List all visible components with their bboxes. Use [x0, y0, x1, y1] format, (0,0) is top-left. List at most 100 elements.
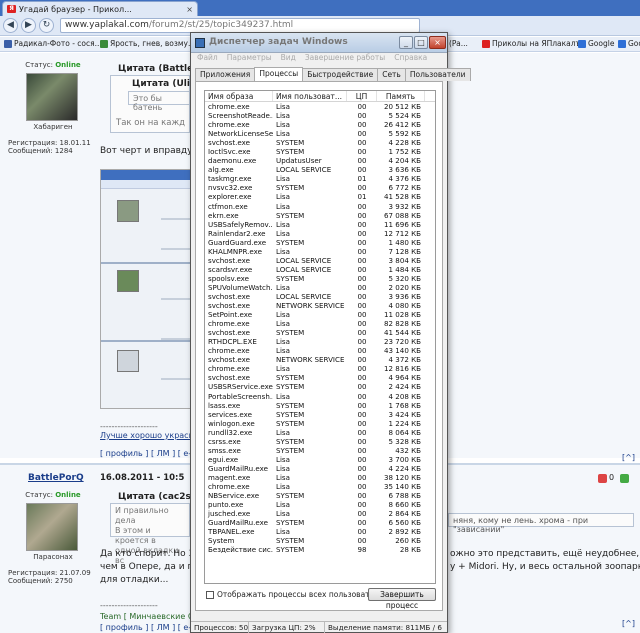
table-row[interactable]: jusched.exe Lisa 00 2 864 КБ	[205, 509, 435, 518]
menu-file[interactable]: Файл	[197, 53, 218, 65]
show-all-processes-checkbox[interactable]: Отображать процессы всех пользователей	[206, 590, 388, 599]
bookmark-item[interactable]: Радикал-Фото - сося...	[4, 39, 102, 48]
bookmark-item[interactable]: Google	[618, 39, 640, 48]
table-row[interactable]: alg.exe LOCAL SERVICE 00 3 636 КБ	[205, 165, 435, 174]
table-row[interactable]: IoctlSvc.exe SYSTEM 00 1 752 КБ	[205, 147, 435, 156]
browser-tab[interactable]: Я Угадай браузер - Прикол... ×	[2, 1, 198, 16]
avatar[interactable]	[26, 73, 78, 121]
reload-button[interactable]: ↻	[39, 18, 54, 33]
table-row[interactable]: services.exe SYSTEM 00 3 424 КБ	[205, 410, 435, 419]
table-row[interactable]: SetPoint.exe Lisa 00 11 028 КБ	[205, 310, 435, 319]
table-row[interactable]: svchost.exe LOCAL SERVICE 00 3 936 КБ	[205, 292, 435, 301]
bookmark-item[interactable]: (Pa...	[449, 39, 468, 48]
table-row[interactable]: ScreenshotReade... Lisa 00 5 524 КБ	[205, 111, 435, 120]
table-row[interactable]: RTHDCPL.EXE Lisa 00 23 720 КБ	[205, 337, 435, 346]
tab-processes[interactable]: Процессы	[254, 67, 304, 81]
scroll-top-icon[interactable]: [^]	[622, 453, 635, 462]
table-row[interactable]: chrome.exe Lisa 00 26 412 КБ	[205, 120, 435, 129]
table-row[interactable]: PortableScreensh... Lisa 00 4 208 КБ	[205, 392, 435, 401]
process-cpu: 00	[357, 255, 367, 265]
table-row[interactable]: svchost.exe SYSTEM 00 4 964 КБ	[205, 373, 435, 382]
address-bar[interactable]: www.yaplakal.com/forum2/st/25/topic34923…	[60, 18, 420, 33]
column-user-name[interactable]: Имя пользоват...	[273, 91, 347, 101]
menu-options[interactable]: Параметры	[227, 53, 272, 65]
minimize-button[interactable]: _	[399, 36, 413, 49]
column-cpu[interactable]: ЦП	[347, 91, 377, 101]
close-button[interactable]: ×	[429, 36, 446, 49]
process-image-name: magent.exe	[208, 472, 251, 482]
menu-shutdown[interactable]: Завершение работы	[305, 53, 385, 65]
table-row[interactable]: USBSafelyRemov... Lisa 00 11 696 КБ	[205, 220, 435, 229]
column-image-name[interactable]: Имя образа	[205, 91, 273, 101]
table-row[interactable]: magent.exe Lisa 00 38 120 КБ	[205, 473, 435, 482]
table-row[interactable]: GuardMailRu.exe SYSTEM 00 6 560 КБ	[205, 518, 435, 527]
team-label[interactable]: Team [ Минчаевские Сн	[100, 612, 199, 621]
menu-help[interactable]: Справка	[394, 53, 427, 65]
signature-link[interactable]: Лучше хорошо укрась	[100, 431, 193, 440]
process-table: Имя образа Имя пользоват... ЦП Память ch…	[204, 90, 436, 584]
bookmark-item[interactable]: Google	[578, 39, 614, 48]
table-row[interactable]: rundll32.exe Lisa 00 8 064 КБ	[205, 428, 435, 437]
end-process-button[interactable]: Завершить процесс	[368, 588, 436, 610]
table-row[interactable]: NBService.exe SYSTEM 00 6 788 КБ	[205, 491, 435, 500]
back-button[interactable]: ◀	[3, 18, 18, 33]
table-row[interactable]: ctfmon.exe Lisa 00 3 932 КБ	[205, 202, 435, 211]
post-1-links[interactable]: [ профиль ] [ ЛМ ] [ е-	[100, 449, 191, 458]
table-row[interactable]: lsass.exe SYSTEM 00 1 768 КБ	[205, 401, 435, 410]
process-image-name: IoctlSvc.exe	[208, 147, 251, 157]
table-row[interactable]: chrome.exe Lisa 00 20 512 КБ	[205, 102, 435, 111]
avatar[interactable]	[26, 503, 78, 551]
table-row[interactable]: taskmgr.exe Lisa 01 4 376 КБ	[205, 174, 435, 183]
bookmark-item[interactable]: Приколы на ЯПлакалъ	[482, 39, 581, 48]
table-row[interactable]: Rainlendar2.exe Lisa 00 12 712 КБ	[205, 229, 435, 238]
checkbox[interactable]	[206, 590, 214, 599]
status-label: Статус:	[25, 491, 53, 499]
table-row[interactable]: svchost.exe NETWORK SERVICE 00 4 372 КБ	[205, 355, 435, 364]
bookmark-item[interactable]: Ярость, гнев, возму...	[100, 39, 195, 48]
table-row[interactable]: GuardGuard.exe SYSTEM 00 1 480 КБ	[205, 238, 435, 247]
tab-networking[interactable]: Сеть	[377, 68, 406, 81]
table-row[interactable]: nvsvc32.exe SYSTEM 00 6 772 КБ	[205, 183, 435, 192]
table-row[interactable]: chrome.exe Lisa 00 82 828 КБ	[205, 319, 435, 328]
table-row[interactable]: svchost.exe SYSTEM 00 4 228 КБ	[205, 138, 435, 147]
table-row[interactable]: spoolsv.exe SYSTEM 00 5 320 КБ	[205, 274, 435, 283]
table-row[interactable]: smss.exe SYSTEM 00 432 КБ	[205, 446, 435, 455]
table-row[interactable]: explorer.exe Lisa 01 41 528 КБ	[205, 192, 435, 201]
table-row[interactable]: KHALMNPR.exe Lisa 00 7 128 КБ	[205, 247, 435, 256]
table-row[interactable]: TBPANEL.exe Lisa 00 2 892 КБ	[205, 527, 435, 536]
table-row[interactable]: ekrn.exe SYSTEM 00 67 088 КБ	[205, 211, 435, 220]
process-user: LOCAL SERVICE	[276, 264, 332, 274]
tab-applications[interactable]: Приложения	[195, 68, 256, 81]
table-row[interactable]: svchost.exe NETWORK SERVICE 00 4 080 КБ	[205, 301, 435, 310]
table-row[interactable]: scardsvr.exe LOCAL SERVICE 00 1 484 КБ	[205, 265, 435, 274]
task-manager-titlebar[interactable]: Диспетчер задач Windows _ □ ×	[191, 33, 447, 53]
table-row[interactable]: SPUVolumeWatch... Lisa 00 2 020 КБ	[205, 283, 435, 292]
forward-button[interactable]: ▶	[21, 18, 36, 33]
tab-users[interactable]: Пользователи	[404, 68, 471, 81]
menu-view[interactable]: Вид	[281, 53, 296, 65]
table-row[interactable]: System SYSTEM 00 260 КБ	[205, 536, 435, 545]
table-row[interactable]: USBSRService.exe SYSTEM 00 2 424 КБ	[205, 382, 435, 391]
scroll-top-icon[interactable]: [^]	[622, 619, 635, 628]
table-row[interactable]: chrome.exe Lisa 00 43 140 КБ	[205, 346, 435, 355]
table-row[interactable]: NetworkLicenseSe... Lisa 00 5 592 КБ	[205, 129, 435, 138]
tab-performance[interactable]: Быстродействие	[302, 68, 379, 81]
table-row[interactable]: Бездействие сис... SYSTEM 98 28 КБ	[205, 545, 435, 554]
table-row[interactable]: chrome.exe Lisa 00 35 140 КБ	[205, 482, 435, 491]
post-2-links[interactable]: [ профиль ] [ ЛМ ] [ е-	[100, 623, 191, 632]
table-row[interactable]: csrss.exe SYSTEM 00 5 328 КБ	[205, 437, 435, 446]
table-row[interactable]: chrome.exe Lisa 00 12 816 КБ	[205, 364, 435, 373]
table-row[interactable]: winlogon.exe SYSTEM 00 1 224 КБ	[205, 419, 435, 428]
author-nick-link[interactable]: BattlePorQ	[28, 473, 84, 483]
minus-vote-icon[interactable]	[598, 474, 607, 483]
maximize-button[interactable]: □	[414, 36, 428, 49]
column-memory[interactable]: Память	[377, 91, 425, 101]
plus-vote-icon[interactable]	[620, 474, 629, 483]
table-row[interactable]: svchost.exe LOCAL SERVICE 00 3 804 КБ	[205, 256, 435, 265]
table-row[interactable]: GuardMailRu.exe Lisa 00 4 224 КБ	[205, 464, 435, 473]
table-row[interactable]: daemonu.exe UpdatusUser 00 4 204 КБ	[205, 156, 435, 165]
tab-close-icon[interactable]: ×	[186, 5, 193, 14]
table-row[interactable]: svchost.exe SYSTEM 00 41 544 КБ	[205, 328, 435, 337]
table-row[interactable]: punto.exe Lisa 00 8 660 КБ	[205, 500, 435, 509]
table-row[interactable]: egui.exe Lisa 00 3 700 КБ	[205, 455, 435, 464]
